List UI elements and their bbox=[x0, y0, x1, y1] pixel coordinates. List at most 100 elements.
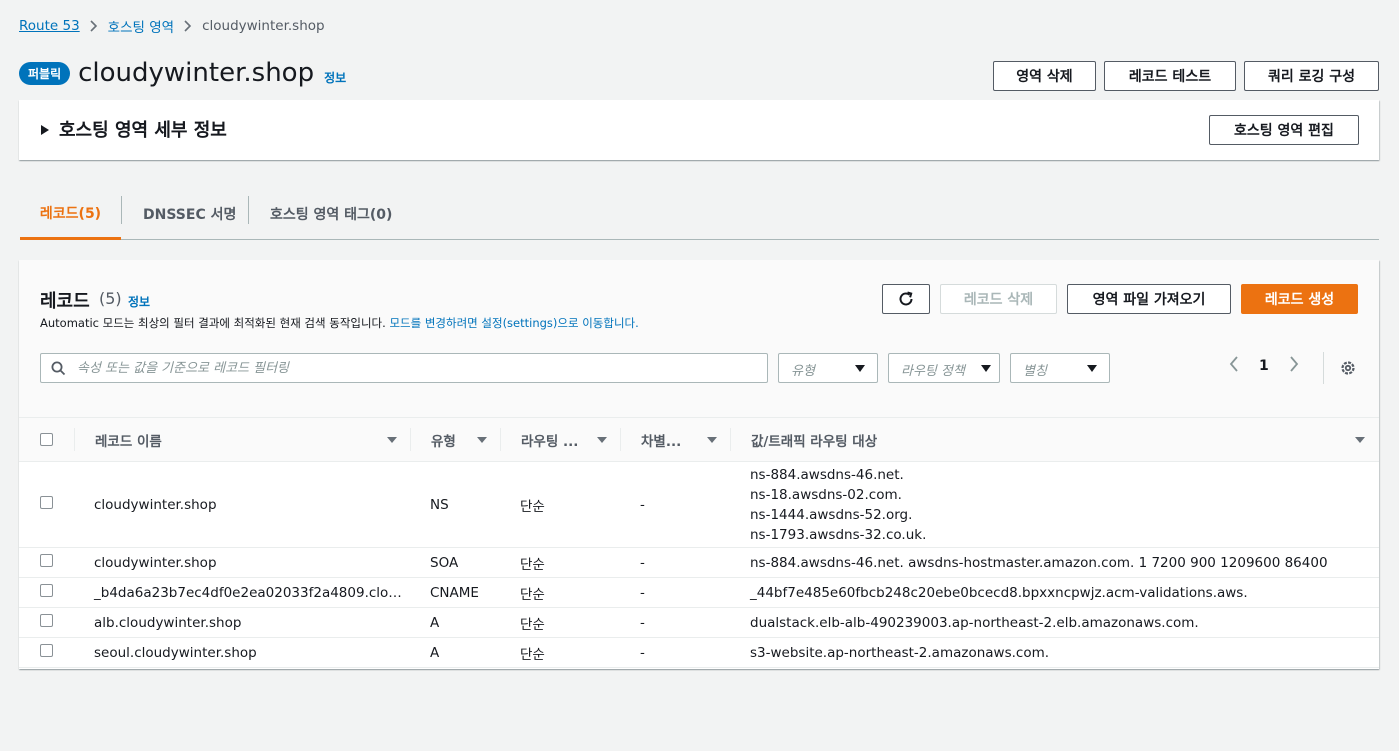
table-row[interactable]: alb.cloudywinter.shop A 단순 - dualstack.e… bbox=[19, 607, 1379, 638]
alias-filter-select[interactable]: 별칭 bbox=[1010, 353, 1110, 383]
caret-right-icon[interactable] bbox=[41, 125, 49, 135]
gear-icon[interactable] bbox=[1339, 359, 1357, 381]
hosted-zone-details-panel: 호스팅 영역 세부 정보 호스팅 영역 편집 bbox=[19, 100, 1379, 160]
tab-records[interactable]: 레코드(5) bbox=[20, 188, 121, 240]
sort-icon[interactable] bbox=[477, 436, 487, 443]
record-type: CNAME bbox=[411, 577, 501, 608]
column-header-type[interactable]: 유형 bbox=[411, 418, 501, 462]
column-header-record-name[interactable]: 레코드 이름 bbox=[75, 418, 411, 462]
column-header-differentiator[interactable]: 차별... bbox=[621, 418, 731, 462]
column-label: 값/트래픽 라우팅 대상 bbox=[751, 433, 878, 450]
chevron-right-icon bbox=[184, 20, 192, 32]
refresh-icon bbox=[899, 291, 913, 306]
create-record-button[interactable]: 레코드 생성 bbox=[1241, 284, 1358, 314]
record-differentiator: - bbox=[621, 547, 731, 578]
header-info-link[interactable]: 정보 bbox=[324, 69, 346, 86]
record-differentiator: - bbox=[621, 607, 731, 638]
search-icon bbox=[51, 361, 66, 380]
record-value: ns-884.awsdns-46.net. awsdns-hostmaster.… bbox=[731, 547, 1379, 578]
record-routing: 단순 bbox=[501, 577, 621, 608]
row-checkbox[interactable] bbox=[40, 554, 53, 567]
row-checkbox[interactable] bbox=[40, 614, 53, 627]
alias-filter-placeholder: 별칭 bbox=[1023, 364, 1047, 379]
previous-page-icon[interactable] bbox=[1229, 356, 1239, 376]
test-record-button[interactable]: 레코드 테스트 bbox=[1104, 61, 1236, 91]
row-checkbox[interactable] bbox=[40, 644, 53, 657]
edit-hosted-zone-button[interactable]: 호스팅 영역 편집 bbox=[1209, 115, 1359, 145]
current-page-number[interactable]: 1 bbox=[1259, 358, 1269, 374]
row-checkbox[interactable] bbox=[40, 584, 53, 597]
caret-down-icon bbox=[981, 365, 991, 372]
page-title: cloudywinter.shop bbox=[78, 58, 315, 88]
select-all-checkbox[interactable] bbox=[40, 433, 53, 446]
value-line: ns-18.awsdns-02.com. bbox=[750, 486, 902, 503]
tab-dnssec[interactable]: DNSSEC 서명 bbox=[143, 188, 236, 240]
record-value: ns-884.awsdns-46.net. ns-18.awsdns-02.co… bbox=[731, 461, 1379, 548]
description-text: Automatic 모드는 최상의 필터 결과에 최적화된 현재 검색 동작입니… bbox=[40, 316, 386, 330]
pagination: 1 bbox=[1229, 356, 1299, 376]
sort-icon[interactable] bbox=[387, 436, 397, 443]
tab-tags[interactable]: 호스팅 영역 태그(0) bbox=[270, 188, 392, 240]
record-name: seoul.cloudywinter.shop bbox=[75, 637, 411, 668]
record-name: _b4da6a23b7ec4df0e2ea02033f2a4809.clo… bbox=[75, 577, 411, 608]
record-name: cloudywinter.shop bbox=[75, 461, 411, 548]
sort-icon[interactable] bbox=[707, 436, 717, 443]
table-row[interactable]: _b4da6a23b7ec4df0e2ea02033f2a4809.clo… C… bbox=[19, 577, 1379, 608]
select-all-header bbox=[19, 418, 75, 462]
value-line: ns-1444.awsdns-52.org. bbox=[750, 506, 913, 523]
records-info-link[interactable]: 정보 bbox=[128, 293, 150, 310]
refresh-button[interactable] bbox=[882, 284, 930, 314]
column-label: 라우팅 ... bbox=[521, 433, 579, 450]
record-name: cloudywinter.shop bbox=[75, 547, 411, 578]
column-label: 차별... bbox=[641, 433, 682, 450]
chevron-right-icon bbox=[90, 20, 98, 32]
column-header-routing[interactable]: 라우팅 ... bbox=[501, 418, 621, 462]
records-count: (5) bbox=[99, 289, 122, 308]
records-panel: 레코드 (5) 정보 Automatic 모드는 최상의 필터 결과에 최적화된… bbox=[19, 260, 1379, 669]
record-value: s3-website.ap-northeast-2.amazonaws.com. bbox=[731, 637, 1379, 668]
record-type: A bbox=[411, 637, 501, 668]
tab-divider bbox=[248, 196, 249, 224]
column-label: 유형 bbox=[431, 433, 456, 450]
next-page-icon[interactable] bbox=[1289, 356, 1299, 376]
caret-down-icon bbox=[855, 365, 865, 372]
search-input[interactable] bbox=[77, 358, 757, 378]
table-row[interactable]: cloudywinter.shop SOA 단순 - ns-884.awsdns… bbox=[19, 547, 1379, 578]
settings-link[interactable]: 모드를 변경하려면 설정(settings)으로 이동합니다. bbox=[389, 316, 638, 330]
public-badge: 퍼블릭 bbox=[19, 61, 71, 85]
type-filter-select[interactable]: 유형 bbox=[778, 353, 878, 383]
value-line: ns-884.awsdns-46.net. bbox=[750, 466, 904, 483]
tabs: 레코드(5) DNSSEC 서명 호스팅 영역 태그(0) bbox=[20, 188, 1379, 240]
breadcrumb-route53-link[interactable]: Route 53 bbox=[19, 18, 80, 34]
row-checkbox[interactable] bbox=[40, 496, 53, 509]
table-row[interactable]: cloudywinter.shop NS 단순 - ns-884.awsdns-… bbox=[19, 461, 1379, 548]
import-zone-file-button[interactable]: 영역 파일 가져오기 bbox=[1067, 284, 1231, 314]
value-line: ns-1793.awsdns-32.co.uk. bbox=[750, 526, 927, 543]
delete-zone-button[interactable]: 영역 삭제 bbox=[993, 61, 1096, 91]
sort-icon[interactable] bbox=[597, 436, 607, 443]
caret-down-icon bbox=[1087, 365, 1097, 372]
breadcrumb-hosted-zones-link[interactable]: 호스팅 영역 bbox=[108, 16, 174, 36]
column-header-value[interactable]: 값/트래픽 라우팅 대상 bbox=[731, 418, 1379, 462]
tab-divider bbox=[121, 196, 122, 224]
breadcrumb-current: cloudywinter.shop bbox=[202, 18, 325, 34]
delete-record-button[interactable]: 레코드 삭제 bbox=[940, 284, 1057, 314]
query-logging-button[interactable]: 쿼리 로깅 구성 bbox=[1244, 61, 1379, 91]
routing-filter-select[interactable]: 라우팅 정책 bbox=[888, 353, 1000, 383]
record-type: SOA bbox=[411, 547, 501, 578]
record-filter-search bbox=[40, 353, 768, 383]
record-routing: 단순 bbox=[501, 607, 621, 638]
records-title: 레코드 bbox=[40, 291, 90, 312]
record-differentiator: - bbox=[621, 637, 731, 668]
records-table: 레코드 이름 유형 라우팅 ... 차별... 값/트래픽 라우팅 대상 clo… bbox=[19, 418, 1379, 668]
record-name: alb.cloudywinter.shop bbox=[75, 607, 411, 638]
record-differentiator: - bbox=[621, 577, 731, 608]
record-routing: 단순 bbox=[501, 547, 621, 578]
table-header-row: 레코드 이름 유형 라우팅 ... 차별... 값/트래픽 라우팅 대상 bbox=[19, 418, 1379, 462]
details-heading[interactable]: 호스팅 영역 세부 정보 bbox=[59, 116, 227, 142]
records-header: 레코드 (5) 정보 Automatic 모드는 최상의 필터 결과에 최적화된… bbox=[19, 260, 1379, 418]
record-routing: 단순 bbox=[501, 637, 621, 668]
record-routing: 단순 bbox=[501, 461, 621, 548]
table-row[interactable]: seoul.cloudywinter.shop A 단순 - s3-websit… bbox=[19, 637, 1379, 668]
sort-icon[interactable] bbox=[1355, 436, 1365, 443]
